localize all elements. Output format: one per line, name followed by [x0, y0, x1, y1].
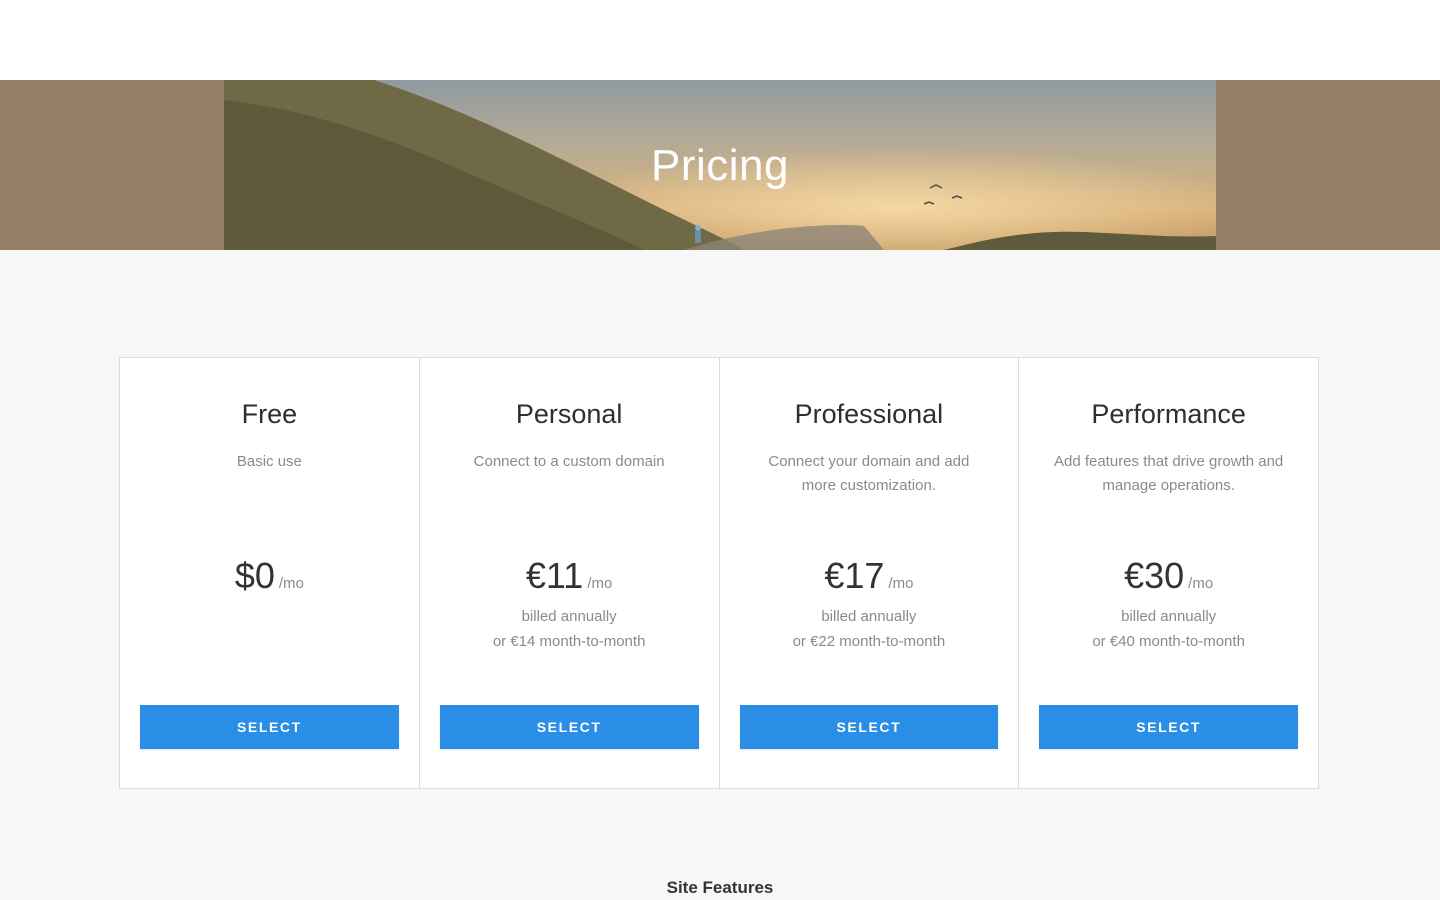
- plan-price-period: /mo: [1188, 575, 1214, 592]
- plan-price-row: $0/mo: [120, 554, 419, 606]
- pricing-plans: Free Basic use $0/mo SELECT Personal Con…: [119, 357, 1319, 789]
- plan-billing-line2: or €40 month-to-month: [1092, 633, 1245, 650]
- plan-price-row: €30/mo: [1019, 554, 1318, 606]
- select-free-button[interactable]: SELECT: [140, 705, 399, 749]
- plan-price: €17: [824, 555, 885, 596]
- plan-card-free: Free Basic use $0/mo SELECT: [120, 358, 420, 788]
- plan-billing-line1: billed annually: [521, 608, 617, 625]
- plan-name: Free: [241, 399, 298, 429]
- plan-price-row: €17/mo: [720, 554, 1019, 606]
- top-bar: [0, 0, 1440, 80]
- hero-banner: Pricing: [0, 80, 1440, 250]
- plan-card-performance: Performance Add features that drive grow…: [1019, 358, 1318, 788]
- plan-price-period: /mo: [587, 575, 613, 592]
- plan-description: Connect to a custom domain: [473, 453, 665, 470]
- site-features-heading: Site Features: [666, 878, 774, 898]
- plan-billing: billed annually or €22 month-to-month: [720, 604, 1019, 654]
- plan-price: €30: [1124, 555, 1185, 596]
- plan-price-period: /mo: [888, 575, 914, 592]
- plan-price-period: /mo: [278, 575, 304, 592]
- plan-description: Connect your domain and add more customi…: [768, 453, 970, 494]
- select-professional-button[interactable]: SELECT: [739, 705, 999, 749]
- plan-billing-line2: or €14 month-to-month: [492, 633, 646, 650]
- plan-name: Personal: [515, 399, 623, 429]
- plan-card-personal: Personal Connect to a custom domain €11/…: [420, 358, 720, 788]
- plan-price-row: €11/mo: [420, 554, 719, 606]
- plan-billing: billed annually or €14 month-to-month: [420, 604, 719, 654]
- plan-billing-line2: or €22 month-to-month: [792, 633, 946, 650]
- plan-billing-line1: billed annually: [1121, 608, 1217, 625]
- select-performance-button[interactable]: SELECT: [1039, 705, 1298, 749]
- select-personal-button[interactable]: SELECT: [439, 705, 699, 749]
- plan-card-professional: Professional Connect your domain and add…: [720, 358, 1020, 788]
- plan-billing-line1: billed annually: [821, 608, 917, 625]
- plan-price: $0: [234, 555, 275, 596]
- plan-price: €11: [525, 555, 584, 596]
- plan-billing: billed annually or €40 month-to-month: [1019, 604, 1318, 654]
- plan-name: Performance: [1091, 399, 1246, 429]
- plan-description: Add features that drive growth and manag…: [1053, 453, 1284, 494]
- plan-description: Basic use: [236, 453, 302, 470]
- plan-name: Professional: [794, 399, 944, 429]
- page-title: Pricing: [651, 141, 789, 190]
